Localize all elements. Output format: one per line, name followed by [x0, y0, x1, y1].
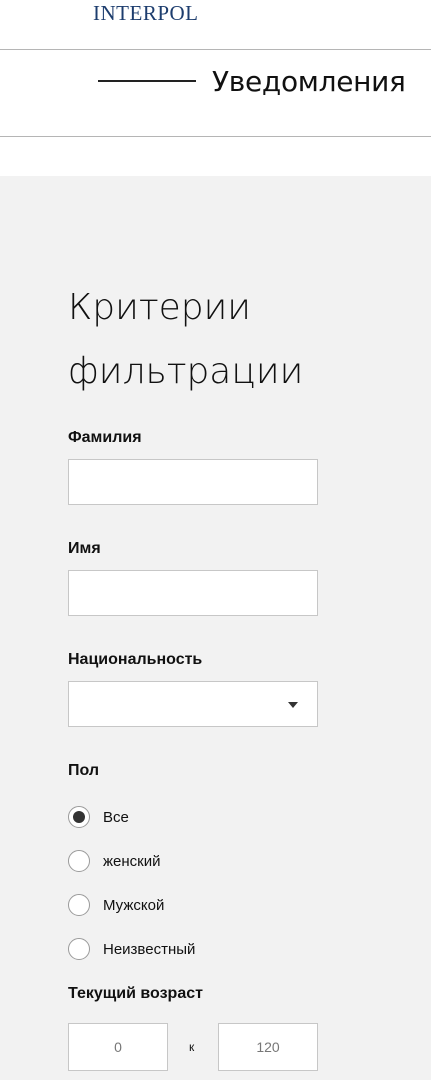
divider — [0, 136, 431, 137]
section-heading: Уведомления — [98, 58, 406, 104]
filter-panel: Критерии фильтрации Фамилия Имя Национал… — [0, 176, 431, 1080]
divider — [0, 49, 431, 50]
filter-title: Критерии фильтрации — [68, 287, 304, 392]
radio-icon[interactable] — [68, 894, 90, 916]
gender-option-label: Мужской — [103, 896, 165, 914]
name-label: Имя — [68, 540, 101, 557]
surname-input[interactable] — [68, 459, 318, 505]
age-separator: к — [189, 1040, 195, 1054]
age-max-input[interactable]: 120 — [218, 1023, 318, 1071]
gender-option-all[interactable]: Все — [68, 805, 129, 829]
section-title: Уведомления — [212, 64, 406, 98]
gender-option-label: Все — [103, 808, 129, 826]
gender-option-male[interactable]: Мужской — [68, 893, 164, 917]
age-min-input[interactable]: 0 — [68, 1023, 168, 1071]
gender-option-unknown[interactable]: Неизвестный — [68, 937, 195, 961]
radio-selected-icon[interactable] — [68, 806, 90, 828]
gender-label: Пол — [68, 762, 100, 779]
nationality-select[interactable] — [68, 681, 318, 727]
radio-icon[interactable] — [68, 938, 90, 960]
gender-option-label: женский — [103, 852, 161, 870]
gender-option-female[interactable]: женский — [68, 849, 160, 873]
chevron-down-icon — [288, 702, 298, 708]
name-input[interactable] — [68, 570, 318, 616]
interpol-logo[interactable]: INTERPOL — [93, 0, 199, 26]
nationality-label: Национальность — [68, 651, 203, 668]
radio-icon[interactable] — [68, 850, 90, 872]
surname-label: Фамилия — [68, 429, 142, 446]
gender-option-label: Неизвестный — [103, 940, 196, 958]
age-label: Текущий возраст — [68, 985, 203, 1002]
site-header: INTERPOL Уведомления — [0, 0, 431, 176]
section-dash — [98, 80, 196, 82]
